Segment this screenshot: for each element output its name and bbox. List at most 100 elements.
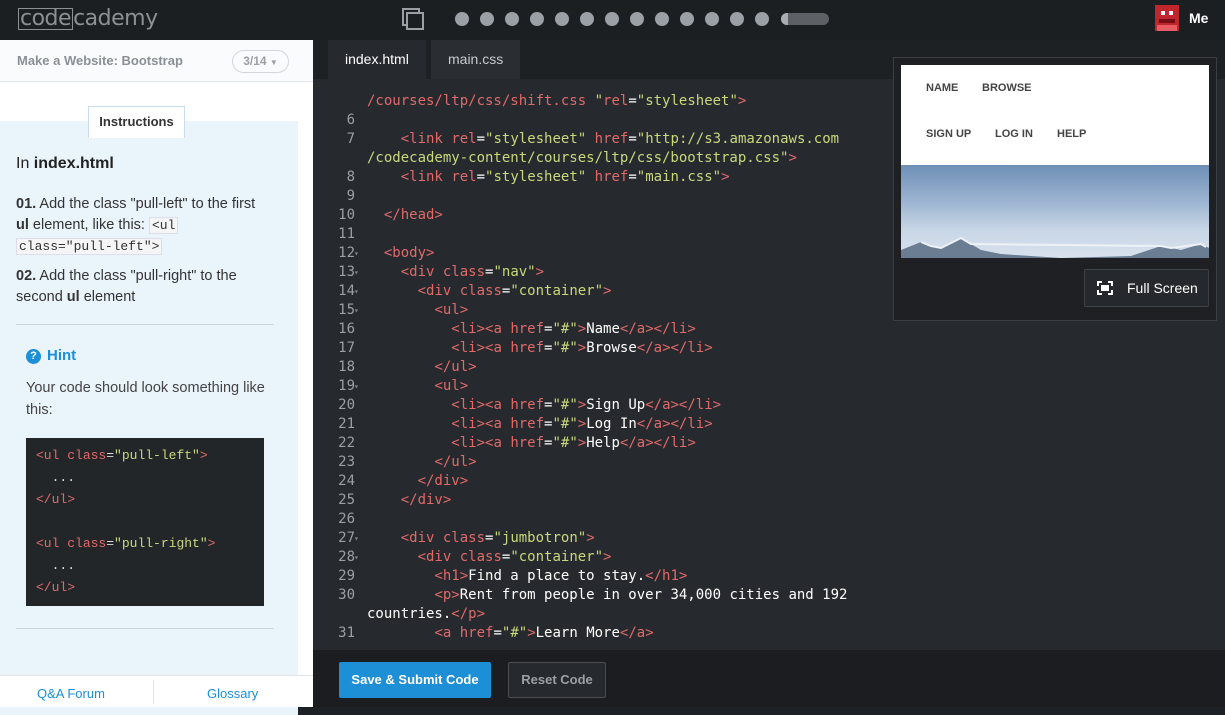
code-line[interactable]: <div class="nav"> [367, 264, 544, 280]
inline-code: class="pull-left"> [16, 238, 163, 255]
lesson-footer: Q&A Forum Glossary [0, 675, 313, 707]
progress-dot[interactable] [480, 12, 494, 26]
progress-dot[interactable] [605, 12, 619, 26]
line-number: 13 [338, 264, 355, 280]
progress-dot[interactable] [580, 12, 594, 26]
code-line[interactable]: <li><a href="#">Log In</a></li> [367, 416, 712, 432]
question-icon: ? [26, 349, 41, 364]
preview-nav-login: LOG IN [995, 128, 1033, 140]
code-line[interactable]: <a href="#">Learn More</a> [367, 625, 653, 641]
top-bar: codecademy Me [0, 0, 1225, 40]
fold-arrow-icon[interactable]: ▾ [354, 249, 362, 258]
progress-dot[interactable] [755, 12, 769, 26]
progress-dot[interactable] [655, 12, 669, 26]
code-line[interactable]: <div class="container"> [367, 549, 612, 565]
line-number: 27 [338, 530, 355, 546]
hint-toggle[interactable]: ? Hint [26, 347, 76, 364]
code-line[interactable]: /courses/ltp/css/shift.css "rel="stylesh… [367, 93, 746, 109]
progress-dot[interactable] [455, 12, 469, 26]
save-submit-button[interactable]: Save & Submit Code [339, 662, 491, 698]
progress-dot[interactable] [680, 12, 694, 26]
code-line[interactable]: </ul> [367, 359, 476, 375]
instruction-step-1: 01. Add the class "pull-left" to the fir… [16, 196, 256, 255]
lesson-panel: Make a Website: Bootstrap 3/14 ▼ Instruc… [0, 40, 313, 715]
user-avatar[interactable] [1155, 5, 1179, 31]
codecademy-logo[interactable]: codecademy [18, 6, 158, 31]
code-line[interactable]: <div class="jumbotron"> [367, 530, 595, 546]
code-line[interactable]: <li><a href="#">Help</a></li> [367, 435, 695, 451]
divider [16, 324, 274, 325]
hint-text: Your code should look something like thi… [26, 380, 265, 418]
line-number: 8 [346, 169, 355, 185]
instructions-content: In index.html 01. Add the class "pull-le… [0, 121, 298, 715]
code-line[interactable]: <link rel="stylesheet" href="main.css"> [367, 169, 730, 185]
line-number: 24 [338, 473, 355, 489]
fold-arrow-icon[interactable]: ▾ [354, 382, 362, 391]
line-number: 12 [338, 245, 355, 261]
progress-dot[interactable] [505, 12, 519, 26]
progress-dot[interactable] [730, 12, 744, 26]
progress-bar [781, 13, 829, 25]
preview-nav-help: HELP [1057, 128, 1087, 140]
editor-actions: Save & Submit Code Reset Code [313, 650, 1225, 707]
code-line[interactable]: <div class="container"> [367, 283, 612, 299]
code-line[interactable]: <li><a href="#">Browse</a></li> [367, 340, 712, 356]
fold-arrow-icon[interactable]: ▾ [354, 268, 362, 277]
progress-dots [455, 12, 769, 26]
tab-main-css[interactable]: main.css [431, 40, 521, 79]
line-number: 23 [338, 454, 355, 470]
code-line[interactable]: countries.</p> [367, 606, 485, 622]
file-intro: In index.html [16, 155, 114, 172]
fold-arrow-icon[interactable]: ▾ [354, 287, 362, 296]
fold-arrow-icon[interactable]: ▾ [354, 534, 362, 543]
glossary-link[interactable]: Glossary [207, 686, 258, 701]
code-line[interactable]: <ul> [367, 378, 468, 394]
code-line[interactable]: <ul> [367, 302, 468, 318]
code-line[interactable]: <body> [367, 245, 435, 261]
line-number: 21 [338, 416, 355, 432]
qa-forum-link[interactable]: Q&A Forum [37, 686, 105, 701]
line-number: 9 [346, 188, 355, 204]
preview-frame[interactable]: NAME BROWSE SIGN UP LOG IN HELP [901, 65, 1209, 258]
code-line[interactable]: </div> [367, 492, 452, 508]
progress-bar-fill [781, 13, 789, 25]
divider [16, 628, 274, 629]
preview-panel: NAME BROWSE SIGN UP LOG IN HELP Full Scr… [893, 57, 1217, 321]
instructions-tab[interactable]: Instructions [88, 106, 185, 138]
chevron-down-icon: ▼ [269, 58, 278, 67]
line-number: 17 [338, 340, 355, 356]
code-line[interactable]: </ul> [367, 454, 476, 470]
code-line[interactable]: <link rel="stylesheet" href="http://s3.a… [367, 131, 839, 147]
preview-nav-name: NAME [926, 82, 959, 94]
code-line[interactable]: <li><a href="#">Name</a></li> [367, 321, 695, 337]
tab-index-html[interactable]: index.html [328, 40, 426, 79]
divider [153, 680, 154, 704]
line-number: 10 [338, 207, 355, 223]
fold-arrow-icon[interactable]: ▾ [354, 306, 362, 315]
code-line[interactable]: </head> [367, 207, 443, 223]
line-number: 30 [338, 587, 355, 603]
line-number: 31 [338, 625, 355, 641]
code-line[interactable]: /codecademy-content/courses/ltp/css/boot… [367, 150, 797, 166]
line-number: 28 [338, 549, 355, 565]
lesson-title: Make a Website: Bootstrap [17, 53, 183, 68]
line-number: 26 [338, 511, 355, 527]
full-screen-button[interactable]: Full Screen [1084, 269, 1209, 307]
progress-dot[interactable] [705, 12, 719, 26]
line-number: 14 [338, 283, 355, 299]
code-line[interactable]: </div> [367, 473, 469, 489]
inline-code: <ul [148, 217, 179, 234]
code-line[interactable]: <h1>Find a place to stay.</h1> [367, 568, 687, 584]
code-line[interactable]: <li><a href="#">Sign Up</a></li> [367, 397, 721, 413]
line-number: 22 [338, 435, 355, 451]
progress-dot[interactable] [555, 12, 569, 26]
user-menu[interactable]: Me [1189, 10, 1208, 26]
step-counter-dropdown[interactable]: 3/14 ▼ [232, 50, 289, 73]
progress-dot[interactable] [630, 12, 644, 26]
fold-arrow-icon[interactable]: ▾ [354, 553, 362, 562]
reset-code-button[interactable]: Reset Code [508, 662, 606, 698]
lesson-overview-icon[interactable] [402, 8, 424, 30]
progress-dot[interactable] [530, 12, 544, 26]
code-line[interactable]: <p>Rent from people in over 34,000 citie… [367, 587, 847, 603]
line-number: 18 [338, 359, 355, 375]
